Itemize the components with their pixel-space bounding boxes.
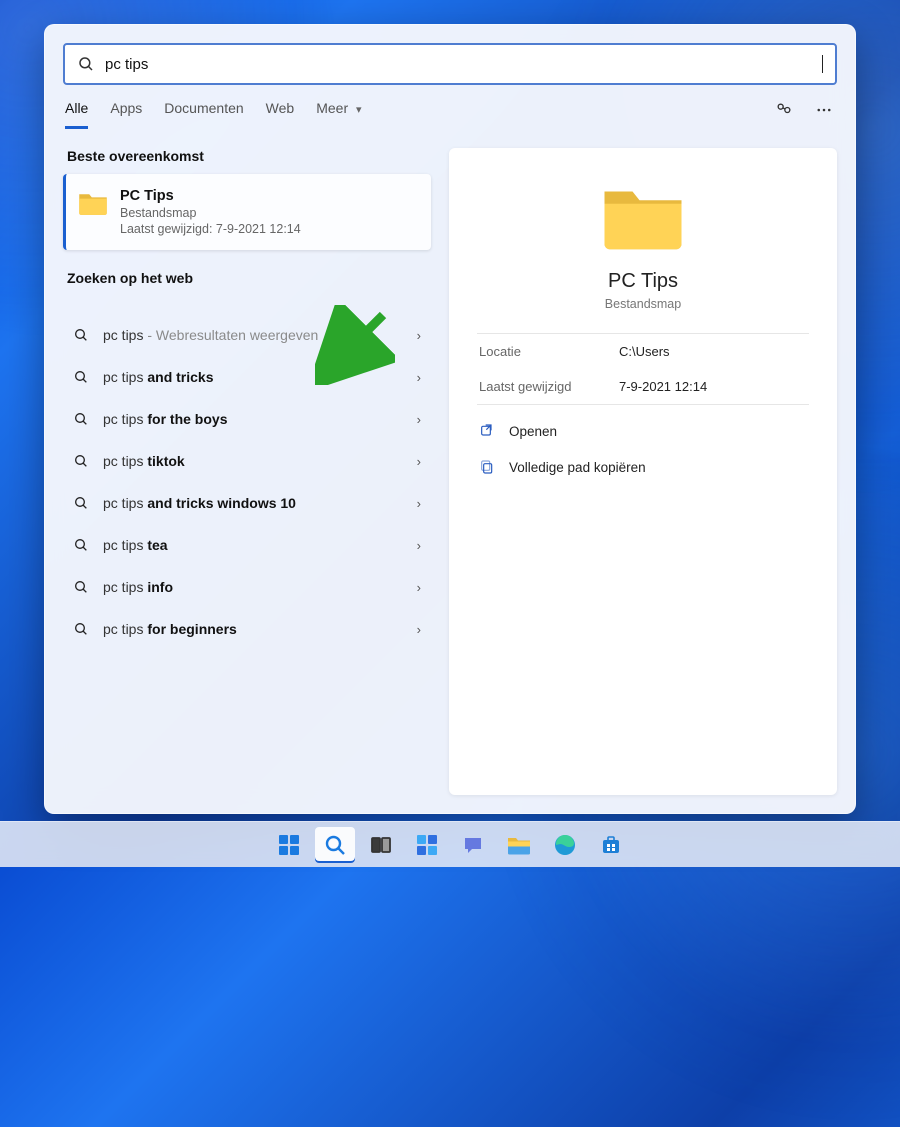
web-result-label: pc tips for the boys (103, 411, 227, 427)
action-label: Openen (509, 424, 557, 439)
copy-icon (479, 459, 495, 475)
web-result-item[interactable]: pc tips for the boys › (63, 398, 431, 440)
preview-row-key: Laatst gewijzigd (479, 379, 619, 394)
preview-row: Laatst gewijzigd7-9-2021 12:14 (477, 369, 809, 404)
filter-tabs: Alle Apps Documenten Web Meer ▾ (65, 100, 773, 129)
more-options-button[interactable] (813, 99, 835, 121)
tab-label: Alle (65, 100, 88, 116)
preview-subtitle: Bestandsmap (477, 297, 809, 311)
web-result-label: pc tips info (103, 579, 173, 595)
search-box[interactable] (63, 43, 837, 85)
search-icon (73, 369, 89, 385)
taskbar-chat[interactable] (453, 827, 493, 863)
action-label: Volledige pad kopiëren (509, 460, 646, 475)
tab-label: Documenten (164, 100, 243, 116)
search-icon (73, 537, 89, 553)
open-icon (479, 423, 495, 439)
results-column: Beste overeenkomst PC Tips Bestandsmap L… (63, 148, 431, 795)
web-result-label: pc tips and tricks (103, 369, 214, 385)
tab-all[interactable]: Alle (65, 100, 88, 129)
taskbar-widgets[interactable] (407, 827, 447, 863)
tab-label: Web (266, 100, 295, 116)
web-result-label: pc tips tea (103, 537, 168, 553)
preview-pane: PC Tips Bestandsmap LocatieC:\UsersLaats… (449, 148, 837, 795)
folder-icon-large (601, 180, 685, 252)
chevron-right-icon: › (417, 622, 421, 637)
taskbar-start[interactable] (269, 827, 309, 863)
chevron-down-icon: ▾ (356, 104, 362, 116)
section-best-match: Beste overeenkomst (63, 148, 431, 164)
web-result-item[interactable]: pc tips - Webresultaten weergeven › (63, 314, 431, 356)
best-match-title: PC Tips (120, 188, 301, 204)
section-web: Zoeken op het web (63, 270, 431, 286)
web-result-item[interactable]: pc tips tiktok › (63, 440, 431, 482)
search-panel: Alle Apps Documenten Web Meer ▾ (44, 24, 856, 814)
web-result-label: pc tips and tricks windows 10 (103, 495, 296, 511)
search-icon (73, 411, 89, 427)
action-open[interactable]: Openen (477, 413, 809, 449)
divider (477, 404, 809, 405)
taskbar-search[interactable] (315, 827, 355, 863)
web-result-label: pc tips for beginners (103, 621, 237, 637)
chevron-right-icon: › (417, 328, 421, 343)
tab-apps[interactable]: Apps (110, 100, 142, 129)
preview-row-value: 7-9-2021 12:14 (619, 379, 707, 394)
web-result-item[interactable]: pc tips and tricks › (63, 356, 431, 398)
web-result-label: pc tips tiktok (103, 453, 185, 469)
search-icon (73, 621, 89, 637)
taskbar-edge[interactable] (545, 827, 585, 863)
web-result-item[interactable]: pc tips for beginners › (63, 608, 431, 650)
quick-searches-button[interactable] (773, 99, 795, 121)
chevron-right-icon: › (417, 496, 421, 511)
preview-row: LocatieC:\Users (477, 334, 809, 369)
search-icon (77, 55, 95, 73)
preview-title: PC Tips (477, 270, 809, 293)
web-result-item[interactable]: pc tips and tricks windows 10 › (63, 482, 431, 524)
chevron-right-icon: › (417, 580, 421, 595)
search-icon (73, 453, 89, 469)
tab-label: Meer (316, 100, 348, 116)
tab-label: Apps (110, 100, 142, 116)
tab-web[interactable]: Web (266, 100, 295, 129)
chevron-right-icon: › (417, 538, 421, 553)
chevron-right-icon: › (417, 370, 421, 385)
best-match-item[interactable]: PC Tips Bestandsmap Laatst gewijzigd: 7-… (63, 174, 431, 250)
best-match-modified: Laatst gewijzigd: 7-9-2021 12:14 (120, 222, 301, 236)
chevron-right-icon: › (417, 412, 421, 427)
web-results-list: pc tips - Webresultaten weergeven›pc tip… (63, 314, 431, 650)
filter-tabs-row: Alle Apps Documenten Web Meer ▾ (45, 85, 855, 130)
web-result-item[interactable]: pc tips tea › (63, 524, 431, 566)
chevron-right-icon: › (417, 454, 421, 469)
text-cursor (822, 55, 823, 73)
search-icon (73, 579, 89, 595)
folder-icon (78, 190, 108, 216)
tab-more[interactable]: Meer ▾ (316, 100, 361, 129)
taskbar-task-view[interactable] (361, 827, 401, 863)
action-copy-path[interactable]: Volledige pad kopiëren (477, 449, 809, 485)
taskbar-file-explorer[interactable] (499, 827, 539, 863)
search-icon (73, 495, 89, 511)
search-icon (73, 327, 89, 343)
preview-row-value: C:\Users (619, 344, 670, 359)
web-result-label: pc tips - Webresultaten weergeven (103, 327, 318, 343)
taskbar-store[interactable] (591, 827, 631, 863)
preview-row-key: Locatie (479, 344, 619, 359)
tab-documents[interactable]: Documenten (164, 100, 243, 129)
search-input[interactable] (105, 56, 822, 73)
web-result-item[interactable]: pc tips info › (63, 566, 431, 608)
taskbar (0, 821, 900, 867)
best-match-subtitle: Bestandsmap (120, 206, 301, 220)
